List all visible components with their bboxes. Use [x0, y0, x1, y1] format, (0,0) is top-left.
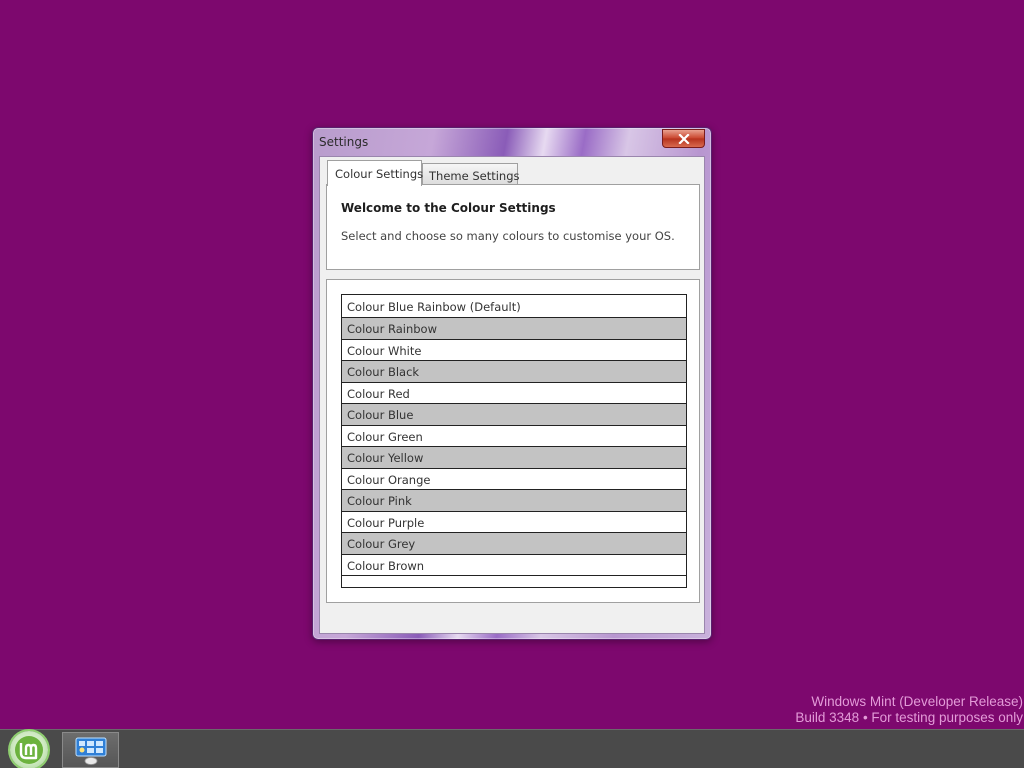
taskbar-settings-app[interactable]: [62, 732, 119, 768]
colour-list-item[interactable]: Colour Black: [342, 361, 686, 383]
build-watermark: Windows Mint (Developer Release) Build 3…: [795, 694, 1023, 726]
colour-list-item[interactable]: Colour Brown: [342, 555, 686, 576]
colour-list-item[interactable]: Colour Purple: [342, 512, 686, 533]
taskbar: [0, 729, 1024, 768]
close-button[interactable]: [662, 129, 705, 148]
colour-list-item[interactable]: Colour Blue: [342, 404, 686, 426]
title-bar[interactable]: Settings: [313, 128, 711, 156]
colour-list-item[interactable]: Colour Orange: [342, 469, 686, 490]
window-title: Settings: [319, 135, 369, 149]
colour-list-item[interactable]: Colour Red: [342, 383, 686, 404]
colour-list-item[interactable]: Colour Grey: [342, 533, 686, 555]
window-client-area: Colour Settings Theme Settings Welcome t…: [319, 156, 705, 634]
colour-list-item[interactable]: Colour Blue Rainbow (Default): [342, 295, 686, 318]
start-button[interactable]: [10, 731, 48, 768]
tab-theme-settings[interactable]: Theme Settings: [422, 163, 520, 185]
colour-list-item[interactable]: Colour Yellow: [342, 447, 686, 469]
welcome-panel: Welcome to the Colour Settings Select an…: [326, 184, 700, 270]
colour-list-item[interactable]: Colour White: [342, 340, 686, 361]
colour-list-item[interactable]: Colour Green: [342, 426, 686, 447]
colour-list-panel: Colour Blue Rainbow (Default) Colour Rain…: [326, 279, 700, 603]
settings-app-icon: [75, 737, 107, 765]
colour-list-item[interactable]: Colour Rainbow: [342, 318, 686, 340]
welcome-description: Select and choose so many colours to cus…: [341, 229, 675, 243]
watermark-line-1: Windows Mint (Developer Release): [811, 694, 1023, 709]
linux-mint-logo-icon: [15, 736, 43, 764]
settings-window: Settings Colour Settings Theme Settings …: [312, 127, 712, 640]
welcome-title: Welcome to the Colour Settings: [341, 201, 556, 215]
colour-list[interactable]: Colour Blue Rainbow (Default) Colour Rain…: [341, 294, 687, 588]
tab-colour-settings[interactable]: Colour Settings: [327, 160, 423, 186]
colour-list-item[interactable]: Colour Pink: [342, 490, 686, 512]
watermark-line-2: Build 3348 • For testing purposes only: [795, 710, 1023, 725]
close-icon: [677, 133, 690, 144]
